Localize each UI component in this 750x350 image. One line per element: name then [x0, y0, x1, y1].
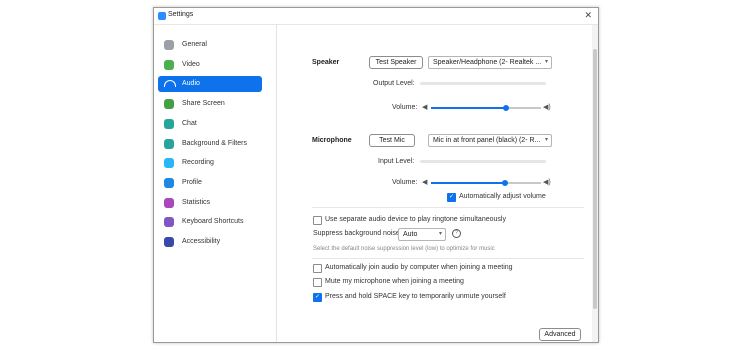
window-title: Settings	[168, 11, 194, 18]
microphone-heading: Microphone	[312, 137, 352, 144]
test-speaker-button[interactable]: Test Speaker	[369, 56, 423, 69]
sidebar-item-label: Accessibility	[182, 238, 221, 245]
speaker-volume-fill	[431, 107, 506, 109]
section-divider	[312, 258, 584, 259]
option-label: Press and hold SPACE key to temporarily …	[325, 292, 506, 300]
output-level-meter	[420, 82, 546, 85]
sidebar-item-chat[interactable]: Chat	[158, 116, 262, 132]
sidebar-item-general[interactable]: General	[158, 37, 262, 53]
sidebar-item-label: Background & Filters	[182, 139, 247, 147]
mic-volume-slider[interactable]	[431, 182, 541, 184]
volume-low-icon: ◀	[422, 179, 428, 186]
keyboard-icon	[164, 217, 174, 228]
speaker-volume-slider[interactable]	[431, 107, 541, 109]
statistics-icon	[164, 197, 174, 208]
scrollbar-thumb[interactable]	[593, 49, 597, 309]
sidebar-item-statistics[interactable]: Statistics	[158, 195, 262, 211]
background-icon	[164, 138, 174, 149]
mic-volume-thumb[interactable]	[501, 180, 508, 186]
sidebar-item-label: Profile	[182, 178, 202, 186]
suppress-noise-value: Auto	[403, 231, 418, 238]
auto-adjust-volume-checkbox[interactable]: ✓	[447, 193, 456, 202]
input-level-meter	[420, 160, 546, 163]
sidebar-item-keyboard-shortcuts[interactable]: Keyboard Shortcuts	[158, 214, 262, 230]
option-checkbox[interactable]: ✓	[313, 292, 322, 302]
mic-volume-fill	[431, 182, 505, 184]
settings-window: Settings ✕ General Video Audio Share Screen…	[153, 7, 599, 343]
sidebar-item-label: Chat	[182, 119, 197, 127]
option-label: Mute my microphone when joining a meetin…	[325, 278, 464, 286]
speaker-volume-label: Volume:	[392, 104, 418, 111]
volume-low-icon: ◀	[422, 104, 428, 111]
auto-adjust-volume-label: Automatically adjust volume	[459, 193, 546, 200]
sidebar-item-share-screen[interactable]: Share Screen	[158, 96, 262, 112]
option-checkbox[interactable]	[313, 264, 322, 273]
section-divider	[312, 207, 584, 208]
ringtone-device-checkbox[interactable]	[313, 216, 322, 225]
ringtone-device-label: Use separate audio device to play ringto…	[325, 216, 506, 223]
chevron-down-icon: ▾	[438, 231, 442, 237]
advanced-button[interactable]: Advanced	[539, 328, 581, 341]
suppress-noise-hint: Select the default noise suppression lev…	[313, 246, 495, 252]
volume-high-icon: ◀)	[543, 179, 551, 186]
test-mic-button[interactable]: Test Mic	[369, 134, 415, 147]
sidebar-item-label: Statistics	[182, 198, 211, 206]
sidebar-item-label: Audio	[182, 80, 200, 88]
profile-icon	[164, 177, 174, 188]
sidebar-item-label: Video	[182, 60, 200, 68]
share-screen-icon	[164, 99, 174, 110]
audio-settings-panel: Speaker Test Speaker Speaker/Headphone (…	[277, 25, 590, 342]
chevron-down-icon: ▾	[544, 137, 548, 143]
suppress-noise-select[interactable]: Auto ▾	[398, 228, 446, 241]
sidebar-item-recording[interactable]: Recording	[158, 155, 262, 171]
sidebar-item-audio[interactable]: Audio	[158, 76, 262, 93]
speaker-heading: Speaker	[312, 59, 340, 66]
speaker-device-value: Speaker/Headphone (2- Realtek ...	[433, 59, 542, 66]
close-icon[interactable]: ✕	[584, 10, 592, 21]
sidebar-item-accessibility[interactable]: Accessibility	[158, 234, 262, 250]
sidebar-item-label: Keyboard Shortcuts	[182, 218, 244, 226]
settings-sidebar: General Video Audio Share Screen Chat Backgro…	[154, 25, 277, 342]
recording-icon	[164, 158, 174, 169]
input-level-label: Input Level:	[378, 158, 415, 165]
headphones-icon	[164, 80, 176, 88]
scrollbar[interactable]	[592, 25, 598, 342]
chevron-down-icon: ▾	[544, 59, 548, 65]
video-icon	[164, 59, 174, 70]
microphone-device-select[interactable]: Mic in at front panel (black) (2- R... ▾	[428, 134, 552, 147]
option-label: Automatically join audio by computer whe…	[325, 264, 513, 271]
sidebar-item-label: Share Screen	[182, 100, 225, 108]
output-level-label: Output Level:	[373, 80, 415, 87]
title-bar: Settings ✕	[154, 8, 598, 25]
suppress-noise-label: Suppress background noise	[313, 230, 400, 237]
microphone-device-value: Mic in at front panel (black) (2- R...	[433, 137, 541, 144]
sidebar-item-profile[interactable]: Profile	[158, 175, 262, 191]
accessibility-icon	[164, 237, 174, 247]
sidebar-item-video[interactable]: Video	[158, 57, 262, 73]
gear-icon	[164, 40, 174, 50]
speaker-volume-thumb[interactable]	[502, 105, 509, 111]
chat-icon	[164, 118, 174, 129]
help-icon[interactable]: ?	[452, 229, 461, 238]
sidebar-item-label: General	[182, 41, 207, 48]
sidebar-item-label: Recording	[182, 159, 214, 167]
speaker-device-select[interactable]: Speaker/Headphone (2- Realtek ... ▾	[428, 56, 552, 69]
sidebar-item-background-filters[interactable]: Background & Filters	[158, 136, 262, 152]
zoom-app-icon	[158, 12, 166, 20]
mic-volume-label: Volume:	[392, 179, 418, 186]
volume-high-icon: ◀)	[543, 104, 551, 111]
option-checkbox[interactable]	[313, 278, 322, 288]
